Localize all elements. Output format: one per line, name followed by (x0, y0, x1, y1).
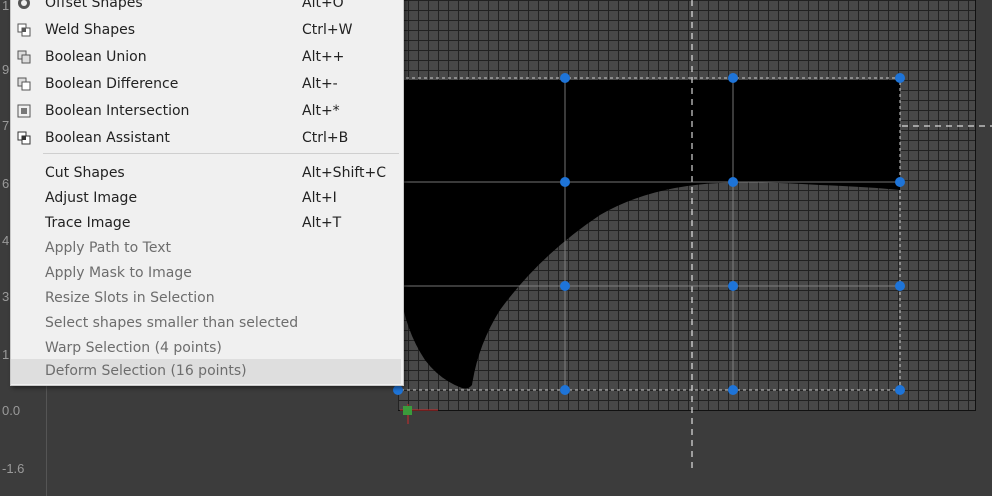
deform-handle[interactable] (895, 385, 905, 395)
deform-handle[interactable] (560, 281, 570, 291)
weld-icon (17, 23, 31, 37)
menu-item-shortcut: Alt+O (302, 0, 344, 11)
deform-handle[interactable] (728, 177, 738, 187)
menu-item-shortcut: Alt+Shift+C (302, 165, 387, 181)
boolean-union-icon (17, 50, 31, 64)
deform-handle[interactable] (560, 73, 570, 83)
menu-item-weld-shapes[interactable]: Weld Shapes Ctrl+W (11, 18, 401, 43)
menu-item-label: Resize Slots in Selection (45, 290, 215, 306)
menu-item-shortcut: Alt+T (302, 215, 342, 231)
deform-handle[interactable] (728, 281, 738, 291)
menu-item-adjust-image[interactable]: Adjust Image Alt+I (11, 186, 401, 211)
menu-item-boolean-intersection[interactable]: Boolean Intersection Alt+* (11, 99, 401, 124)
menu-item-label: Boolean Difference (45, 76, 179, 92)
boolean-difference-icon (17, 77, 31, 91)
boolean-intersection-icon (17, 104, 31, 118)
menu-item-label: Adjust Image (45, 190, 138, 206)
menu-item-shortcut: Alt+- (302, 76, 338, 92)
menu-item-shortcut: Alt+I (302, 190, 337, 206)
selected-shape[interactable] (400, 80, 900, 389)
menu-item-shortcut: Ctrl+B (302, 130, 349, 146)
deform-handle[interactable] (393, 385, 403, 395)
deform-handle[interactable] (728, 385, 738, 395)
menu-item-shortcut: Alt+* (302, 103, 340, 119)
menu-item-cut-shapes[interactable]: Cut Shapes Alt+Shift+C (11, 161, 401, 186)
menu-item-offset-shapes[interactable]: Offset Shapes Alt+O (11, 0, 401, 16)
menu-item-boolean-difference[interactable]: Boolean Difference Alt+- (11, 72, 401, 97)
deform-handle[interactable] (560, 385, 570, 395)
menu-item-label: Select shapes smaller than selected (45, 315, 299, 331)
menu-item-label: Boolean Assistant (45, 130, 170, 146)
menu-item-label: Deform Selection (16 points) (45, 363, 247, 379)
menu-item-label: Boolean Union (45, 49, 147, 65)
deform-handle[interactable] (560, 177, 570, 187)
deform-handle[interactable] (728, 73, 738, 83)
deform-handle[interactable] (895, 281, 905, 291)
menu-item-boolean-union[interactable]: Boolean Union Alt++ (11, 45, 401, 70)
menu-item-label: Apply Path to Text (45, 240, 171, 256)
menu-item-resize-slots[interactable]: Resize Slots in Selection (11, 286, 401, 311)
menu-item-warp-selection[interactable]: Warp Selection (4 points) (11, 336, 401, 361)
menu-item-apply-path-to-text[interactable]: Apply Path to Text (11, 236, 401, 261)
offset-icon (18, 0, 30, 9)
menu-item-deform-selection[interactable]: Deform Selection (16 points) (11, 359, 401, 384)
deform-handle[interactable] (895, 177, 905, 187)
menu-item-label: Cut Shapes (45, 165, 125, 181)
menu-item-shortcut: Alt++ (302, 49, 345, 65)
menu-item-label: Boolean Intersection (45, 103, 190, 119)
context-menu: Offset Shapes Alt+O Weld Shapes Ctrl+W B… (10, 0, 404, 386)
menu-item-trace-image[interactable]: Trace Image Alt+T (11, 211, 401, 236)
origin-marker-icon (400, 404, 438, 424)
menu-item-label: Weld Shapes (45, 22, 135, 38)
menu-item-label: Apply Mask to Image (45, 265, 192, 281)
menu-item-select-smaller-shapes[interactable]: Select shapes smaller than selected (11, 311, 401, 336)
menu-separator (43, 153, 399, 154)
menu-item-label: Warp Selection (4 points) (45, 340, 222, 356)
menu-item-boolean-assistant[interactable]: Boolean Assistant Ctrl+B (11, 126, 401, 151)
deform-handle[interactable] (895, 73, 905, 83)
menu-item-shortcut: Ctrl+W (302, 22, 353, 38)
menu-item-label: Trace Image (45, 215, 131, 231)
menu-item-apply-mask-to-image[interactable]: Apply Mask to Image (11, 261, 401, 286)
menu-item-label: Offset Shapes (45, 0, 143, 11)
boolean-assistant-icon (17, 131, 31, 145)
